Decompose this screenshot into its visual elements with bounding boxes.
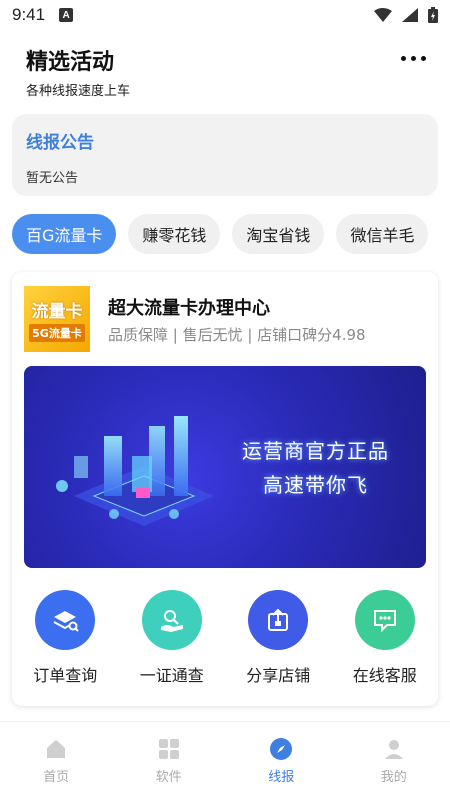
nav-label: 软件 xyxy=(155,770,182,785)
action-label: 一证通查 xyxy=(139,666,204,685)
bottom-nav: 首页 软件 线报 我的 xyxy=(0,721,450,801)
shop-logo: 流量卡 5G流量卡 xyxy=(24,286,90,352)
banner-text: 运营商官方正品 高速带你飞 xyxy=(242,434,389,502)
battery-icon xyxy=(428,7,438,23)
more-dot-icon xyxy=(421,56,426,61)
notice-title: 线报公告 xyxy=(26,133,94,153)
nav-deals[interactable]: 线报 xyxy=(225,722,338,801)
status-time: 9:41 xyxy=(12,5,46,24)
compass-icon xyxy=(268,736,294,762)
notice-panel: 线报公告 暂无公告 xyxy=(12,114,438,196)
tab-traffic-card[interactable]: 百G流量卡 xyxy=(12,214,117,254)
notification-icon: A xyxy=(59,8,74,22)
tab-earn-money[interactable]: 赚零花钱 xyxy=(128,214,221,254)
shop-card: 流量卡 5G流量卡 超大流量卡办理中心 品质保障 | 售后无忧 | 店铺口碑分4… xyxy=(12,272,438,706)
nav-label: 线报 xyxy=(268,770,295,785)
user-icon xyxy=(381,736,407,762)
order-query-button[interactable]: 订单查询 xyxy=(15,590,115,686)
page-subtitle: 各种线报速度上车 xyxy=(26,84,131,99)
home-icon xyxy=(43,736,69,762)
action-label: 在线客服 xyxy=(352,666,417,685)
share-upload-icon xyxy=(248,590,309,650)
banner-line1: 运营商官方正品 xyxy=(242,439,389,463)
nav-profile[interactable]: 我的 xyxy=(338,722,450,801)
promo-banner[interactable]: 运营商官方正品 高速带你飞 xyxy=(24,366,426,568)
more-options-button[interactable] xyxy=(401,56,426,61)
tab-taobao-save[interactable]: 淘宝省钱 xyxy=(232,214,325,254)
nav-home[interactable]: 首页 xyxy=(0,722,113,801)
tab-wechat-deals[interactable]: 微信羊毛 xyxy=(336,214,429,254)
layers-search-icon xyxy=(35,590,96,650)
banner-line2: 高速带你飞 xyxy=(263,473,368,497)
nav-label: 首页 xyxy=(43,770,70,785)
shop-logo-text: 流量卡 xyxy=(31,301,83,322)
shop-name: 超大流量卡办理中心 xyxy=(108,298,270,319)
nav-label: 我的 xyxy=(380,770,407,785)
isometric-city-illustration xyxy=(56,416,214,526)
signal-icon xyxy=(402,8,418,22)
category-tabs: 百G流量卡 赚零花钱 淘宝省钱 微信羊毛 xyxy=(12,214,450,256)
grid-icon xyxy=(156,736,182,762)
action-label: 分享店铺 xyxy=(246,666,311,685)
chat-bubble-icon xyxy=(354,590,415,650)
more-dot-icon xyxy=(401,56,406,61)
shop-logo-subtext: 5G流量卡 xyxy=(29,323,85,342)
action-label: 订单查询 xyxy=(33,666,98,685)
id-check-button[interactable]: 一证通查 xyxy=(122,590,222,686)
share-shop-button[interactable]: 分享店铺 xyxy=(228,590,328,686)
customer-service-button[interactable]: 在线客服 xyxy=(335,590,435,686)
status-bar: 9:41 A xyxy=(0,0,450,30)
nav-software[interactable]: 软件 xyxy=(113,722,226,801)
page-header: 精选活动 各种线报速度上车 xyxy=(26,44,426,99)
hand-search-icon xyxy=(141,590,202,650)
more-dot-icon xyxy=(411,56,416,61)
notice-text: 暂无公告 xyxy=(26,171,79,186)
shop-meta: 品质保障 | 售后无忧 | 店铺口碑分4.98 xyxy=(108,326,366,344)
action-grid: 订单查询 一证通查 分享店铺 在线客服 xyxy=(12,590,438,686)
status-indicators xyxy=(374,7,438,23)
page-title: 精选活动 xyxy=(26,50,115,75)
wifi-icon xyxy=(374,8,392,22)
